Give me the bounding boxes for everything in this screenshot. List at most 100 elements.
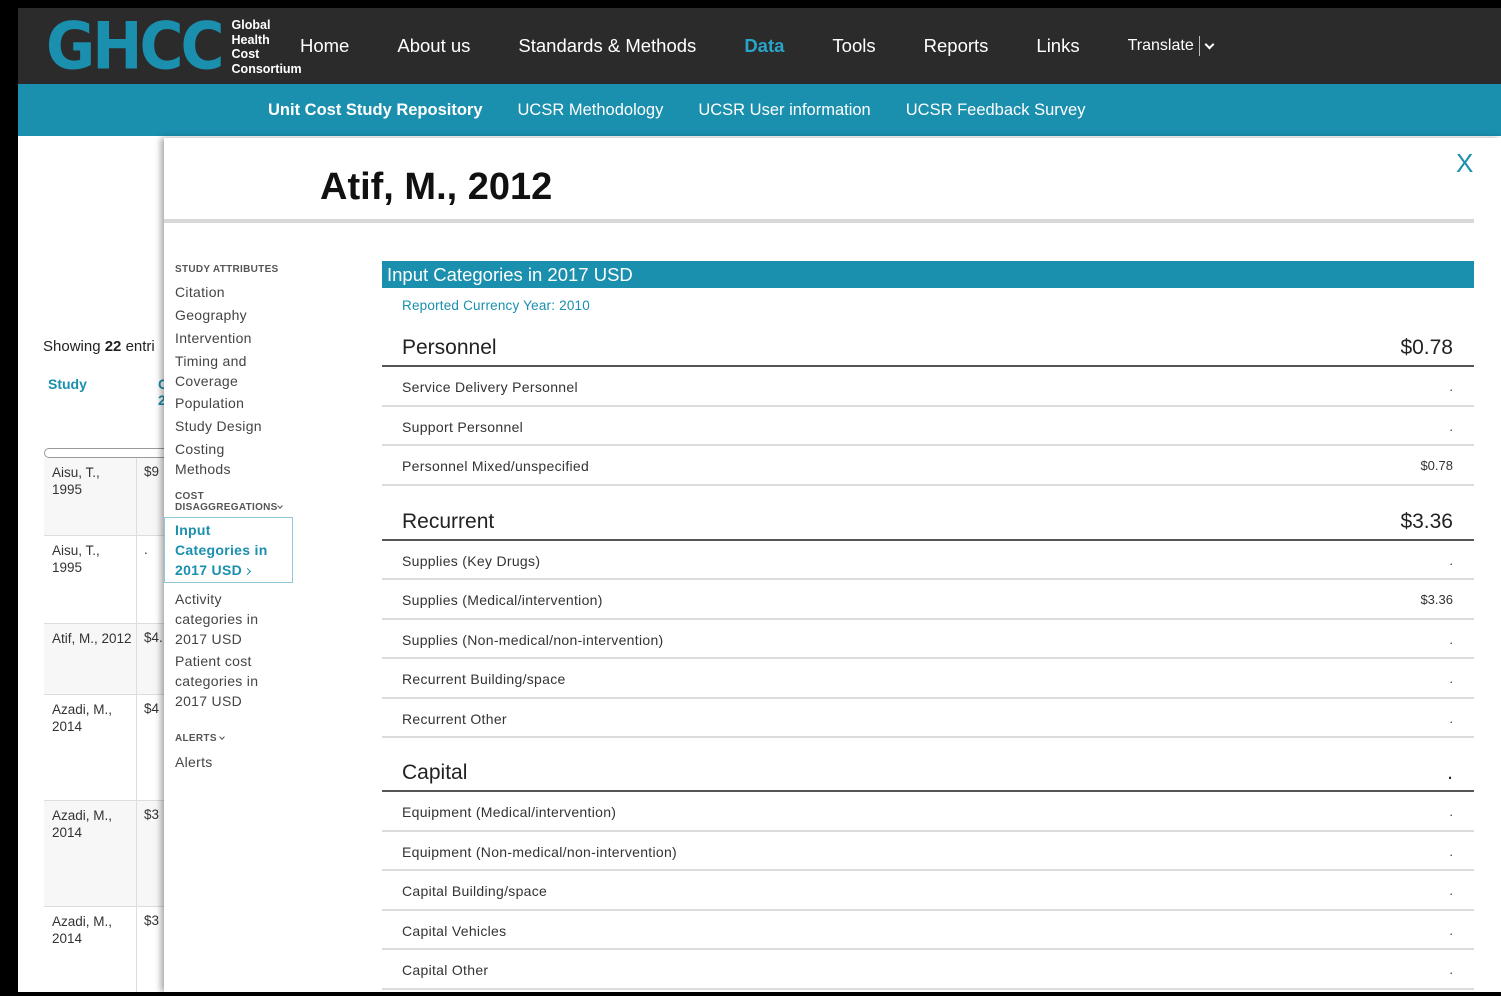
- main-nav: Home About us Standards & Methods Data T…: [300, 8, 1215, 84]
- cost-heading-text: COST DISAGGREGATIONS: [175, 491, 278, 513]
- nav-links[interactable]: Links: [1036, 35, 1079, 57]
- group-header-capital: Capital .: [382, 738, 1474, 792]
- menu-item-intervention[interactable]: Intervention: [175, 328, 300, 348]
- cell-divider: [136, 624, 137, 694]
- horizontal-scrollbar[interactable]: [44, 448, 166, 458]
- cell-divider: [136, 907, 137, 992]
- menu-item-alerts[interactable]: Alerts: [175, 752, 300, 772]
- cost-row-label: Capital Other: [402, 962, 489, 978]
- cost-row-label: Equipment (Non-medical/non-intervention): [402, 843, 678, 860]
- study-detail-modal: Atif, M., 2012 X STUDY ATTRIBUTES Citati…: [164, 138, 1501, 992]
- logo-line: Health: [231, 32, 270, 47]
- ghcc-logo[interactable]: GHCC Global Health Cost Consortium: [46, 9, 302, 85]
- cost-row-value: .: [1449, 883, 1453, 898]
- cost-row: Recurrent Other.: [382, 699, 1474, 738]
- nav-home[interactable]: Home: [300, 35, 349, 57]
- alerts-heading-text: ALERTS: [175, 733, 217, 744]
- menu-item-population[interactable]: Population: [175, 393, 300, 413]
- chevron-right-icon: [243, 567, 252, 576]
- subnav-ucsr-methodology[interactable]: UCSR Methodology: [518, 101, 664, 120]
- menu-item-study-design[interactable]: Study Design: [175, 416, 300, 436]
- cost-row-value: .: [1449, 922, 1453, 938]
- menu-item-activity-categories[interactable]: Activity categories in 2017 USD: [175, 589, 275, 649]
- cost-row-value: .: [1449, 379, 1453, 394]
- logo-line: Consortium: [231, 61, 302, 76]
- cost-row-value: .: [1449, 552, 1453, 568]
- study-cell: Azadi, M., 2014: [52, 808, 113, 840]
- cost-cell: $3: [144, 913, 160, 928]
- cost-row-value: .: [1449, 671, 1453, 686]
- cell-divider: [136, 695, 137, 800]
- cost-cell: $3: [144, 807, 160, 822]
- input-categories-content: Input Categories in 2017 USD Reported Cu…: [382, 261, 1474, 990]
- chevron-down-icon: [1204, 39, 1215, 49]
- menu-item-citation[interactable]: Citation: [175, 282, 300, 302]
- cost-row: Supplies (Non-medical/non-intervention).: [382, 620, 1474, 659]
- translate-dropdown[interactable]: Translate: [1127, 36, 1215, 56]
- table-row[interactable]: Azadi, M., 2014 $3: [44, 907, 166, 992]
- cost-row: Recurrent Building/space.: [382, 659, 1474, 699]
- table-row[interactable]: Atif, M., 2012 $4.: [44, 624, 166, 695]
- menu-item-geography[interactable]: Geography: [175, 305, 300, 325]
- cost-row-value: .: [1449, 804, 1453, 819]
- table-row[interactable]: Azadi, M., 2014 $3: [44, 801, 166, 907]
- cost-row-label: Supplies (Non-medical/non-intervention): [402, 631, 664, 648]
- column-header-study[interactable]: Study: [48, 376, 87, 392]
- cost-row: Equipment (Non-medical/non-intervention)…: [382, 832, 1474, 871]
- reported-currency-year: Reported Currency Year: 2010: [402, 298, 590, 313]
- nav-data[interactable]: Data: [744, 35, 784, 57]
- cost-row: Equipment (Medical/intervention).: [382, 792, 1474, 832]
- menu-heading-cost-disaggregations[interactable]: COST DISAGGREGATIONS: [175, 491, 300, 513]
- study-cell: Aisu, T., 1995: [52, 465, 100, 497]
- input-categories-label: Input Categories in 2017 USD: [175, 522, 268, 578]
- cost-row: Capital Vehicles.: [382, 911, 1474, 950]
- cost-row: Capital Building/space.: [382, 871, 1474, 911]
- group-total: .: [1447, 761, 1453, 784]
- background-study-table: Showing 22 entri Study C 2 Aisu, T., 199…: [18, 136, 166, 992]
- menu-item-timing-coverage[interactable]: Timing and Coverage: [175, 351, 265, 391]
- group-header-personnel: Personnel $0.78: [382, 313, 1474, 367]
- logo-mark: GHCC: [46, 9, 225, 85]
- group-name: Capital: [402, 761, 468, 784]
- nav-standards-methods[interactable]: Standards & Methods: [518, 35, 696, 57]
- menu-item-patient-cost-categories[interactable]: Patient cost categories in 2017 USD: [175, 651, 275, 711]
- showing-suffix: entri: [121, 338, 155, 355]
- cost-cell: $9: [144, 464, 160, 479]
- menu-heading-alerts[interactable]: ALERTS: [175, 733, 300, 744]
- nav-about-us[interactable]: About us: [397, 35, 470, 57]
- cost-row-label: Support Personnel: [402, 418, 524, 435]
- cost-cell: .: [144, 542, 148, 557]
- table-row[interactable]: Aisu, T., 1995 .: [44, 536, 166, 624]
- group-name: Recurrent: [402, 509, 495, 533]
- nav-reports[interactable]: Reports: [924, 35, 989, 57]
- menu-heading-study-attributes: STUDY ATTRIBUTES: [175, 264, 279, 275]
- cost-row-value: .: [1449, 418, 1453, 434]
- chevron-down-icon: [218, 734, 225, 740]
- logo-text: Global Health Cost Consortium: [232, 18, 302, 76]
- group-header-recurrent: Recurrent $3.36: [382, 486, 1474, 541]
- cost-row-label: Service Delivery Personnel: [402, 379, 578, 395]
- cost-row-value: .: [1449, 843, 1453, 859]
- close-button[interactable]: X: [1456, 148, 1473, 179]
- table-row[interactable]: Azadi, M., 2014 $4: [44, 695, 166, 801]
- menu-item-input-categories[interactable]: Input Categories in 2017 USD: [164, 517, 293, 583]
- cell-divider: [136, 536, 137, 623]
- translate-separator: [1198, 36, 1200, 56]
- cost-row-label: Capital Building/space: [402, 883, 548, 899]
- table-row[interactable]: Aisu, T., 1995 $9: [44, 458, 166, 536]
- cost-row: Capital Other.: [382, 950, 1474, 990]
- cost-row-label: Recurrent Building/space: [402, 671, 566, 687]
- group-total: $0.78: [1400, 336, 1453, 359]
- cost-row-label: Capital Vehicles: [402, 922, 507, 939]
- subnav-ucsr-feedback-survey[interactable]: UCSR Feedback Survey: [906, 101, 1086, 120]
- subnav-unit-cost-study-repository[interactable]: Unit Cost Study Repository: [268, 101, 483, 120]
- showing-prefix: Showing: [43, 338, 105, 355]
- cost-row: Supplies (Key Drugs).: [382, 541, 1474, 580]
- cost-row-label: Supplies (Key Drugs): [402, 552, 541, 569]
- translate-label: Translate: [1127, 37, 1194, 54]
- section-title-bar: Input Categories in 2017 USD: [382, 261, 1474, 288]
- nav-tools[interactable]: Tools: [832, 35, 875, 57]
- menu-item-costing-methods[interactable]: Costing Methods: [175, 439, 255, 479]
- cost-row-value: $3.36: [1420, 592, 1453, 607]
- subnav-ucsr-user-information[interactable]: UCSR User information: [698, 101, 870, 120]
